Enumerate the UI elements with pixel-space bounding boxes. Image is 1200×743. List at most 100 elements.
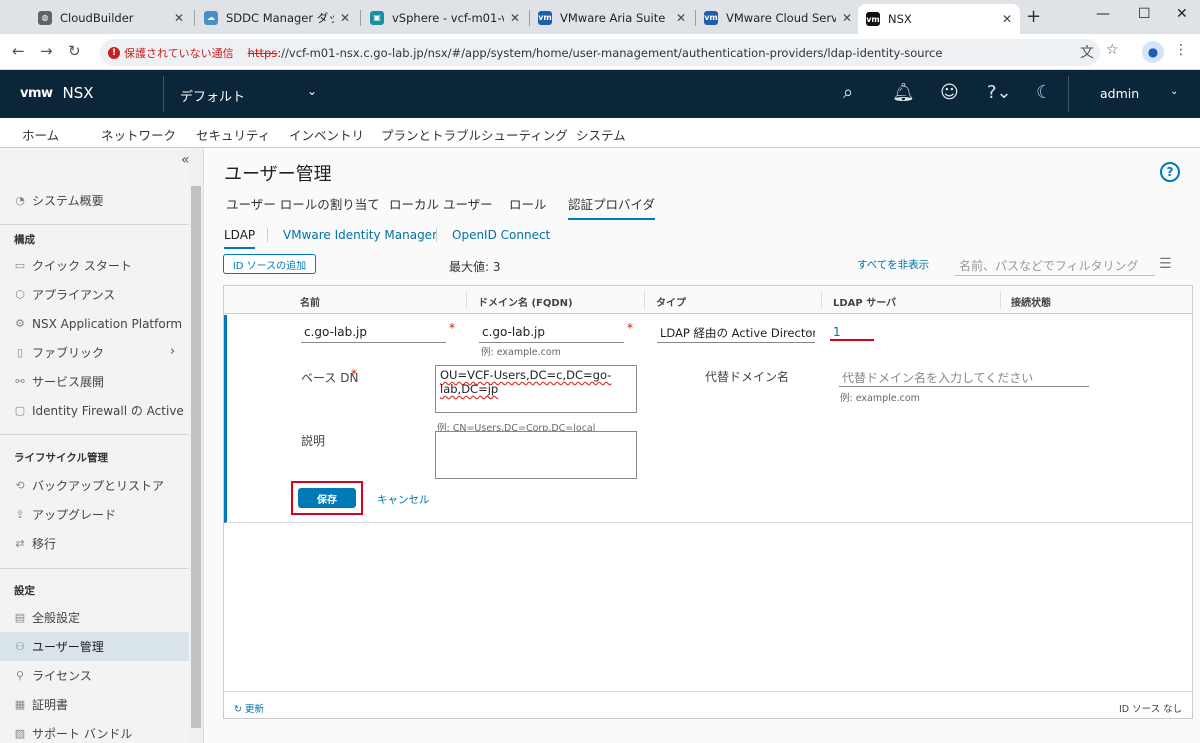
hide-all-link[interactable]: すべてを非表示 xyxy=(857,257,929,272)
user-menu[interactable]: admin xyxy=(1100,86,1139,101)
sidebar-item-user-management[interactable]: ⚇ ユーザー管理 xyxy=(0,632,189,661)
sidebar-item-service-deployment[interactable]: ⚯ サービス展開 xyxy=(0,367,189,396)
close-icon[interactable]: ✕ xyxy=(1002,12,1012,26)
browser-tab-sddc-manager[interactable]: ☁ SDDC Manager ダッシュボード ✕ xyxy=(196,5,358,30)
moon-icon[interactable]: ☾ xyxy=(1036,82,1052,103)
divider xyxy=(436,228,437,242)
chevron-down-icon[interactable]: ⌄ xyxy=(1170,86,1178,97)
close-icon[interactable]: ✕ xyxy=(174,11,184,25)
save-button[interactable]: 保存 xyxy=(298,488,356,508)
browser-tab-strip: ◍ CloudBuilder ✕ ☁ SDDC Manager ダッシュボード … xyxy=(0,0,1200,34)
column-connection-status[interactable]: 接続状態 xyxy=(1011,294,1051,309)
sidebar-item-quick-start[interactable]: ▭ クイック スタート xyxy=(0,251,189,280)
search-icon[interactable]: ⌕ xyxy=(843,82,853,103)
star-icon[interactable]: ☆ xyxy=(1106,42,1119,58)
add-identity-source-button[interactable]: ID ソースの追加 xyxy=(223,254,316,274)
ldap-server-count-link[interactable]: 1 xyxy=(833,325,841,339)
nav-inventory[interactable]: インベントリ xyxy=(289,125,364,144)
smiley-icon[interactable]: ☺ xyxy=(940,82,959,103)
tab-auth-providers[interactable]: 認証プロバイダ xyxy=(568,194,656,220)
close-icon[interactable]: ✕ xyxy=(676,11,686,25)
bell-icon[interactable]: 🔔︎ xyxy=(892,82,915,103)
name-input[interactable]: c.go-lab.jp xyxy=(301,323,446,343)
app-header: vmw NSX デフォルト ⌄ ⌕ 🔔︎ ☺ ?⌄ ☾ admin ⌄ xyxy=(0,70,1200,118)
forward-icon[interactable]: → xyxy=(40,42,53,60)
type-select[interactable]: LDAP 経由の Active Directory xyxy=(657,323,815,343)
filter-input[interactable]: 名前、パスなどでフィルタリング xyxy=(955,252,1155,276)
sidebar-item-migration[interactable]: ⇄ 移行 xyxy=(0,529,189,558)
column-type[interactable]: タイプ xyxy=(656,294,686,309)
tab-vmware-identity-manager[interactable]: VMware Identity Manager xyxy=(283,228,437,242)
sidebar-item-app-platform[interactable]: ⚙ NSX Application Platform xyxy=(0,309,189,338)
window-close-icon[interactable]: ✕ xyxy=(1176,6,1188,22)
column-domain[interactable]: ドメイン名 (FQDN) xyxy=(478,294,573,309)
sidebar-item-overview[interactable]: ◔ システム概要 xyxy=(0,186,189,215)
nav-security[interactable]: セキュリティ xyxy=(196,125,270,144)
window-icon: ▭ xyxy=(14,259,26,272)
sidebar-item-backup-restore[interactable]: ⟲ バックアップとリストア xyxy=(0,471,189,500)
profile-icon[interactable]: ● xyxy=(1142,41,1164,63)
back-icon[interactable]: ← xyxy=(12,42,25,60)
tab-openid-connect[interactable]: OpenID Connect xyxy=(452,228,550,242)
help-menu-icon[interactable]: ?⌄ xyxy=(987,82,1012,103)
translate-icon[interactable]: 文 xyxy=(1080,42,1094,62)
browser-tab-cloud-services[interactable]: vm VMware Cloud Services ✕ xyxy=(696,5,860,30)
nav-plan-troubleshoot[interactable]: プランとトラブルシューティング xyxy=(381,125,568,144)
warning-icon: ! xyxy=(108,46,120,59)
bundle-icon: ▧ xyxy=(14,727,26,740)
context-selector[interactable]: デフォルト xyxy=(180,86,245,105)
refresh-button[interactable]: ↻ 更新 xyxy=(234,701,264,715)
close-icon[interactable]: ✕ xyxy=(340,11,350,25)
tab-roles[interactable]: ロール xyxy=(509,194,547,213)
nav-home[interactable]: ホーム xyxy=(22,125,59,144)
browser-tab-nsx[interactable]: vm NSX ✕ xyxy=(858,4,1020,34)
minimize-icon[interactable]: — xyxy=(1096,6,1110,22)
chevron-down-icon[interactable]: ⌄ xyxy=(307,84,317,98)
close-icon[interactable]: ✕ xyxy=(842,11,852,25)
certificate-icon: ▦ xyxy=(14,698,26,711)
sidebar-item-support-bundle[interactable]: ▧ サポート バンドル xyxy=(0,719,189,743)
help-icon[interactable]: ? xyxy=(1160,162,1180,182)
tab-local-users[interactable]: ローカル ユーザー xyxy=(389,194,493,213)
alt-domain-input[interactable]: 代替ドメイン名を入力してください xyxy=(839,367,1089,387)
sidebar-item-identity-firewall[interactable]: ▢ Identity Firewall の Active ... xyxy=(0,396,189,425)
highlight-underline xyxy=(830,339,874,341)
filter-icon[interactable]: ☰ xyxy=(1159,256,1172,272)
chevron-down-icon[interactable]: ⌵ xyxy=(805,326,813,337)
tab-ldap[interactable]: LDAP xyxy=(224,228,256,249)
sidebar-item-general-settings[interactable]: ▤ 全般設定 xyxy=(0,603,189,632)
cancel-button[interactable]: キャンセル xyxy=(377,492,430,507)
menu-dots-icon[interactable]: ⋮ xyxy=(1174,42,1188,58)
grid-header: 名前 ドメイン名 (FQDN) タイプ LDAP サーバ 接続状態 xyxy=(224,286,1192,314)
browser-tab-aria-suite[interactable]: vm VMware Aria Suite Lifecycle ✕ xyxy=(530,5,694,30)
required-mark: * xyxy=(351,367,357,381)
new-tab-icon[interactable]: + xyxy=(1026,6,1041,27)
browser-tab-vsphere[interactable]: ▣ vSphere - vcf-m01-vc-01 ✕ xyxy=(362,5,528,30)
sidebar-item-licenses[interactable]: ⚲ ライセンス xyxy=(0,661,189,690)
sidebar-item-fabric[interactable]: ▯ ファブリック xyxy=(0,338,189,367)
sidebar-scroll-thumb[interactable] xyxy=(191,186,201,728)
tab-user-role-assignment[interactable]: ユーザー ロールの割り当て xyxy=(226,194,380,213)
security-warning[interactable]: ! 保護されていない通信 xyxy=(108,45,234,61)
reload-icon[interactable]: ↻ xyxy=(68,42,81,60)
sidebar-item-upgrade[interactable]: ⇪ アップグレード xyxy=(0,500,189,529)
url-bar[interactable]: ! 保護されていない通信 https://vcf-m01-nsx.c.go-la… xyxy=(100,39,1100,66)
domain-input[interactable]: c.go-lab.jp xyxy=(479,323,624,343)
maximize-icon[interactable]: ☐ xyxy=(1138,6,1151,22)
sidebar-item-certificates[interactable]: ▦ 証明書 xyxy=(0,690,189,719)
base-dn-textarea[interactable]: OU=VCF-Users,DC=c,DC=go-lab,DC=jp xyxy=(435,365,637,413)
column-ldap-servers[interactable]: LDAP サーバ xyxy=(833,294,896,309)
backup-icon: ⟲ xyxy=(15,479,25,492)
refresh-icon: ↻ xyxy=(234,704,245,715)
column-name[interactable]: 名前 xyxy=(300,294,320,309)
divider xyxy=(0,568,189,569)
app-logo[interactable]: vmw NSX xyxy=(20,84,94,102)
browser-tab-cloudbuilder[interactable]: ◍ CloudBuilder ✕ xyxy=(30,5,192,30)
cloud-icon: ☁ xyxy=(204,10,218,25)
chevron-right-icon[interactable]: › xyxy=(170,344,175,359)
description-textarea[interactable] xyxy=(435,431,637,479)
nav-networking[interactable]: ネットワーク xyxy=(101,125,176,144)
close-icon[interactable]: ✕ xyxy=(510,11,520,25)
url-text: https://vcf-m01-nsx.c.go-lab.jp/nsx/#/ap… xyxy=(247,45,943,60)
sidebar-item-appliances[interactable]: ⬡ アプライアンス xyxy=(0,280,189,309)
